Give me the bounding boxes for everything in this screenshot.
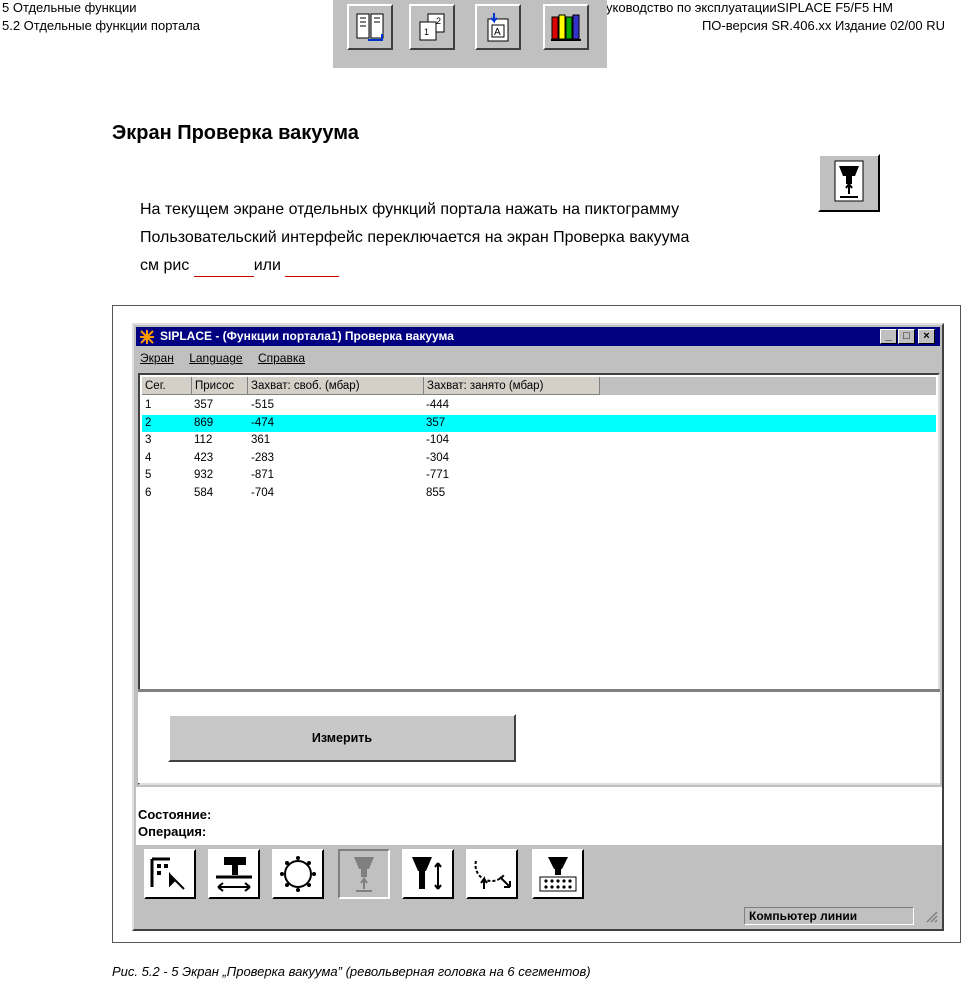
menu-language[interactable]: Language [189,351,242,365]
window-title: SIPLACE - (Функции портала1) Проверка ва… [160,329,454,343]
rotation-icon[interactable] [466,849,518,899]
table-row[interactable]: 6 584 -704 855 [142,485,936,502]
vacuum-test-icon [818,154,880,212]
svg-text:1: 1 [424,27,429,37]
column-header-free[interactable]: Захват: своб. (мбар) [248,377,424,395]
menu-screen[interactable]: Экран [140,351,174,365]
status-bar: Компьютер линии [136,905,942,927]
page-title: Экран Проверка вакуума [112,122,359,144]
status-field: Компьютер линии [744,907,914,925]
nozzle-changer-icon[interactable] [532,849,584,899]
table-cell: -304 [426,451,450,464]
window-titlebar: SIPLACE - (Функции портала1) Проверка ва… [136,327,940,346]
table-cell: 584 [194,486,214,499]
figure-ref-blank-1 [193,256,254,277]
column-header-nozzle[interactable]: Присос [192,377,248,395]
table-cell: 6 [145,486,152,499]
table-row[interactable]: 2 869 -474 357 [142,414,936,432]
table-row[interactable]: 1 357 -515 -444 [142,397,936,414]
table-cell: -474 [251,416,275,429]
svg-text:A: A [494,27,501,38]
revolver-head-icon[interactable] [272,849,324,899]
table-cell: 4 [145,451,152,464]
figure-ref-prefix: см рис [140,257,194,274]
figure-ref-blank-2 [285,256,340,277]
vacuum-test-icon[interactable] [338,849,390,899]
table-cell: 932 [194,469,214,481]
table-cell: 5 [145,469,152,481]
table-cell: 869 [194,416,214,429]
instruction-line-2: Пользовательский интерфейс переключается… [140,229,690,246]
library-icon[interactable] [543,4,589,50]
table-cell: -771 [426,469,450,481]
operation-label: Операция: [138,824,207,839]
table-cell: 3 [145,434,152,446]
navigation-toolbar: 12 A [333,0,607,68]
status-panel: Состояние: Операция: [136,787,942,845]
table-row[interactable]: 4 423 -283 -304 [142,450,936,467]
table-cell: 361 [251,434,271,446]
chapter-title: 5 Отдельные функции [2,0,137,15]
column-header-segment[interactable]: Сег. [142,377,192,395]
gripper-move-icon[interactable] [208,849,260,899]
manual-title: уководство по эксплуатацииSIPLACE F5/F5 … [606,0,893,15]
table-cell: 855 [426,486,446,499]
table-cell: 112 [194,434,213,446]
table-cell: -704 [251,486,275,499]
table-header: Сег. Присос Захват: своб. (мбар) Захват:… [142,377,936,395]
maximize-button[interactable]: □ [898,329,915,344]
column-header-occupied[interactable]: Захват: занято (мбар) [424,377,600,395]
svg-text:2: 2 [436,16,441,26]
table-cell: -515 [251,399,275,411]
siplace-window: SIPLACE - (Функции портала1) Проверка ва… [132,323,944,931]
minimize-button[interactable]: _ [880,329,897,344]
pipette-height-icon[interactable] [402,849,454,899]
button-panel: Измерить [138,689,940,783]
resize-grip-icon[interactable] [926,911,938,923]
section-title: 5.2 Отдельные функции портала [2,18,200,33]
table-cell: -283 [251,451,275,464]
pages-icon[interactable]: 12 [409,4,455,50]
table-cell: 357 [194,399,214,411]
table-row[interactable]: 3 112 361 -104 [142,432,936,449]
close-button[interactable]: × [918,329,935,344]
version-info: ПО-версия SR.406.xx Издание 02/00 RU [701,18,945,33]
index-icon[interactable]: A [475,4,521,50]
table-cell: 2 [145,416,152,429]
table-row[interactable]: 5 932 -871 -771 [142,467,936,484]
siplace-logo-icon [140,330,154,344]
contents-icon[interactable] [347,4,393,50]
menu-bar: Экран Language Справка [140,351,317,365]
table-cell: -871 [251,469,275,481]
function-toolbar [136,845,942,903]
table-cell: -104 [426,434,450,446]
status-label: Состояние: [138,807,212,822]
component-select-icon[interactable] [144,849,196,899]
instruction-line-1: На текущем экране отдельных функций порт… [140,201,680,218]
table-cell: 1 [145,399,152,411]
table-cell: 423 [194,451,214,464]
menu-help[interactable]: Справка [258,351,305,365]
table-cell: 357 [426,416,446,429]
instruction-line-3: см рис или [140,256,340,277]
measure-button[interactable]: Измерить [168,714,516,762]
table-cell: -444 [426,399,450,411]
figure-caption: Рис. 5.2 - 5 Экран „Проверка вакуума” (р… [112,964,591,979]
figure-ref-or: или [253,257,281,274]
